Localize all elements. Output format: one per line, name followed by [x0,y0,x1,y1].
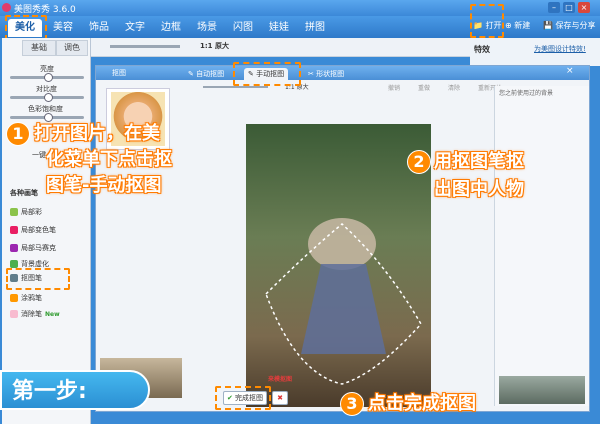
recommend-link[interactable]: 为美图设计特效! [534,44,586,54]
close-button[interactable]: × [578,2,590,13]
oneclick-label[interactable]: 一键 [32,150,46,160]
history-title: 您之前使用过的背景 [499,90,554,97]
mini-label: 来模抠图 [268,376,293,383]
tab-biankuang[interactable]: 边框 [154,19,188,37]
tool-label: 涂鸦笔 [21,294,42,302]
tab-auto-cutout[interactable]: ✎ 自动抠图 [188,68,224,80]
contrast-knob[interactable] [44,93,53,102]
eraser-icon [10,310,18,318]
tab-wenzi[interactable]: 文字 [118,19,152,37]
tool-mosaic[interactable]: 局部马赛克 [10,242,56,254]
tab-wawa[interactable]: 娃娃 [262,19,296,37]
background-history-panel: 您之前使用过的背景 [494,86,589,406]
callout-2-line1: 用抠图笔抠 [434,151,524,172]
highlight-finish-button [215,386,271,410]
tab-changjing[interactable]: 场景 [190,19,224,37]
redo-button[interactable]: 重做 [418,83,430,92]
callout-2-line2: 出图中人物 [434,179,524,200]
blur-icon [10,260,18,268]
tab-pintu[interactable]: 拼图 [298,19,332,37]
saturation-knob[interactable] [44,113,53,122]
dialog-zoom-slider[interactable] [203,86,268,88]
cutout-outline [265,218,422,385]
dialog-title: 抠图 [112,69,126,77]
effects-panel: 特效 为美图设计特效! [470,38,600,66]
editing-canvas[interactable] [246,124,431,407]
dialog-title-bar: 抠图 ✎ 自动抠图 ✎ 手动抠图 ✂ 形状抠图 × [96,66,589,80]
tool-label: 局部变色笔 [21,226,56,234]
minimize-button[interactable]: – [548,2,560,13]
callout-1-line1: 打开图片，在美 [34,123,160,144]
callout-3-text: 点击完成抠图 [368,393,476,414]
tool-label: 局部马赛克 [21,244,56,252]
new-button[interactable]: ⊕ 新建 [505,18,530,34]
tab-shantu[interactable]: 闪图 [226,19,260,37]
undo-button[interactable]: 撤销 [388,83,400,92]
save-label: 保存与分享 [555,21,596,30]
cancel-cutout-button[interactable]: ✖ [272,391,288,405]
title-bar: 美图秀秀 3.6.0 – □ × [0,0,600,16]
tab-meirong[interactable]: 美容 [46,19,80,37]
edit-toolbar: 1:1 原大 [90,38,470,57]
callout-2-badge: 2 [407,150,431,174]
tab-label: 形状抠图 [316,70,345,78]
tab-shipin[interactable]: 饰品 [82,19,116,37]
subtab-basic[interactable]: 基础 [22,40,56,56]
app-logo-icon [2,3,11,12]
step-banner: 第一步: [0,370,150,410]
highlight-manual-tab [233,62,301,86]
zoom-slider[interactable] [110,45,180,48]
callout-1-badge: 1 [6,122,30,146]
new-label: 新建 [514,21,531,30]
effects-label: 特效 [474,45,490,54]
callout-1-line3: 图笔-手动抠图 [46,175,162,196]
tool-label: 局部彩 [21,208,42,216]
tool-eraser[interactable]: 消除笔 New [10,308,60,320]
callout-1-line2: 化菜单下点击抠 [46,149,172,170]
highlight-open-button [470,4,504,38]
subtab-color[interactable]: 调色 [56,40,88,56]
brush-icon [10,208,18,216]
brushes-section-title: 各种画笔 [10,189,38,197]
tool-doodle[interactable]: 涂鸦笔 [10,292,42,304]
tool-local-recolor[interactable]: 局部变色笔 [10,224,56,236]
left-panel: 基础 调色 亮度 对比度 色彩饱和度 一键 各种画笔 局部彩 局部变色笔 局部马… [2,38,91,424]
save-share-button[interactable]: 💾 保存与分享 [543,18,596,34]
callout-3-badge: 3 [340,392,364,416]
highlight-cutout-brush [6,268,70,290]
brightness-knob[interactable] [44,73,53,82]
cutout-dialog: 抠图 ✎ 自动抠图 ✎ 手动抠图 ✂ 形状抠图 × 1:1 原大 撤销 重做 清… [95,65,590,412]
zoom-label: 原大 [214,42,229,50]
tab-shape-cutout[interactable]: ✂ 形状抠图 [308,68,344,80]
new-badge: New [45,311,60,318]
maximize-button[interactable]: □ [563,2,575,13]
background-thumbnail[interactable] [499,376,585,404]
mosaic-icon [10,244,18,252]
dialog-close-icon[interactable]: × [566,66,574,76]
tool-label: 背景虚化 [21,260,49,268]
app-title: 美图秀秀 3.6.0 [14,5,76,15]
palette-icon [10,226,18,234]
tool-label: 消除笔 [21,310,42,318]
zoom-original[interactable]: 1:1 原大 [200,41,229,51]
tool-local-color[interactable]: 局部彩 [10,206,42,218]
clear-button[interactable]: 清除 [448,83,460,92]
tab-label: 自动抠图 [196,70,225,78]
pen-icon [10,294,18,302]
